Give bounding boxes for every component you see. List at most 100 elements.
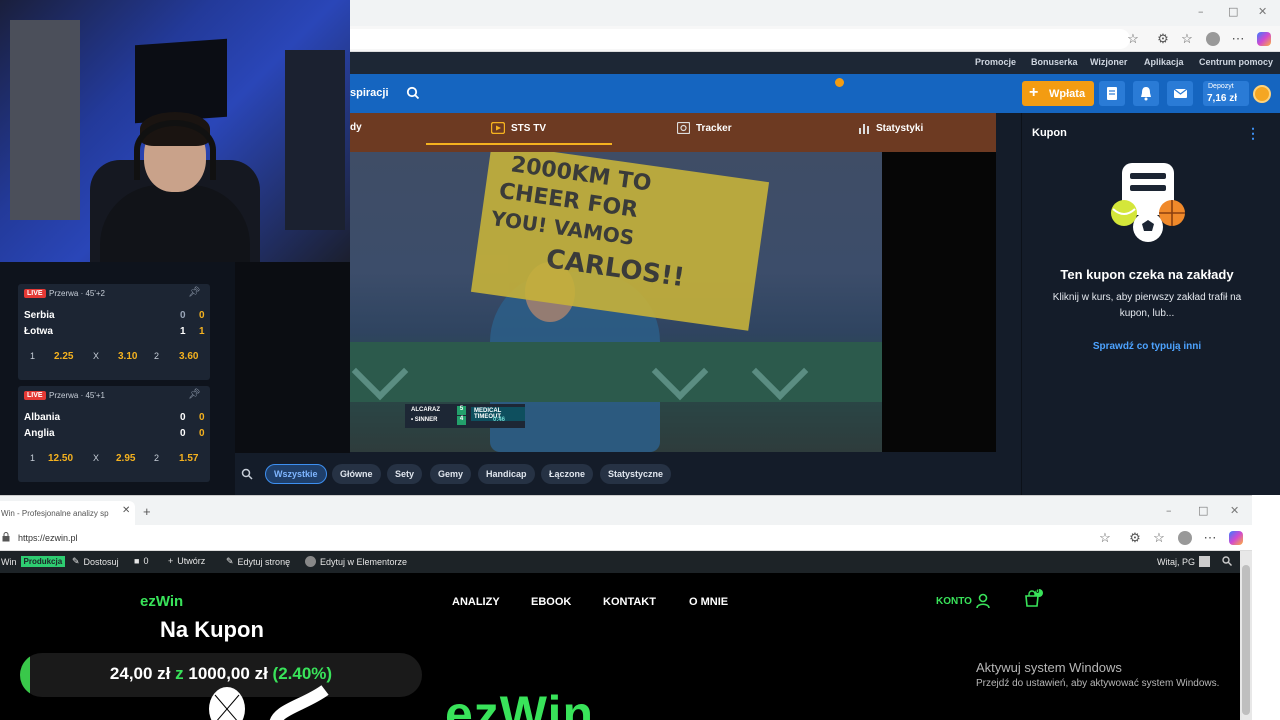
stream-letterbox [235, 262, 350, 453]
search-icon[interactable] [241, 468, 253, 480]
chip-laczone[interactable]: Łączone [541, 464, 594, 484]
match-card[interactable]: LIVE Przerwa · 45'+1 📌︎ Albania 0 0 Angl… [18, 386, 210, 482]
profile-icon[interactable] [1177, 530, 1193, 546]
pencil-icon: ✎ [226, 556, 234, 566]
chip-gemy[interactable]: Gemy [430, 464, 472, 484]
extensions-icon[interactable]: ⚙ [1127, 530, 1143, 546]
favorites-icon[interactable]: ☆ [1151, 530, 1167, 546]
live-badge: LIVE [24, 289, 46, 298]
messages-button[interactable] [1167, 81, 1193, 106]
new-tab-icon[interactable]: + [143, 504, 151, 519]
odd-label: 2 [154, 453, 160, 463]
chip-glowne[interactable]: Główne [332, 464, 381, 484]
page-title: Na Kupon [160, 617, 264, 642]
tab-sts-tv[interactable]: STS TV [491, 122, 546, 134]
link-aplikacja[interactable]: Aplikacja [1144, 57, 1184, 67]
search-icon[interactable] [406, 86, 420, 100]
chip-wszystkie[interactable]: Wszystkie [265, 464, 327, 484]
menu-o-mnie[interactable]: O MNIE [689, 596, 728, 608]
menu-analizy[interactable]: ANALIZY [452, 596, 500, 608]
notification-badge [835, 78, 844, 87]
check-others-link[interactable]: Sprawdź co typują inni [1022, 341, 1272, 352]
scrollbar-thumb[interactable] [1242, 565, 1250, 715]
close-icon[interactable]: ✕ [1258, 5, 1267, 18]
search-icon[interactable] [1222, 556, 1232, 566]
odd-button[interactable]: 2.25 [54, 351, 73, 362]
restore-icon[interactable]: □ [1198, 504, 1208, 517]
browser-tab[interactable]: Win - Profesjonalne analizy sp [0, 501, 135, 526]
score: 0 [180, 310, 186, 321]
pin-icon[interactable]: 📌︎ [188, 287, 201, 298]
link-centrum-pomocy[interactable]: Centrum pomocy [1199, 57, 1273, 67]
betslip-panel: Kupon ⋮ Ten kupon czeka na zakłady Klikn… [1021, 113, 1280, 495]
link-wizjoner[interactable]: Wizjoner [1090, 57, 1127, 67]
match-status: Przerwa · 45'+2 [49, 289, 105, 298]
cart-icon[interactable] [1024, 589, 1044, 609]
nav-item-inspiracje[interactable]: spiracji [350, 87, 389, 99]
odds-row: 1 12.50 X 2.95 2 1.57 [24, 450, 204, 468]
admin-customize[interactable]: ✎ Dostosuj [72, 556, 119, 567]
menu-kontakt[interactable]: KONTAKT [603, 596, 656, 608]
match-status: Przerwa · 45'+1 [49, 391, 105, 400]
chip-statystyczne[interactable]: Statystyczne [600, 464, 672, 484]
tab-close-icon[interactable]: ✕ [122, 505, 130, 516]
odd-label: 2 [154, 351, 160, 361]
match-card[interactable]: LIVE Przerwa · 45'+2 📌︎ Serbia 0 0 Łotwa… [18, 284, 210, 380]
account-link[interactable]: KONTO [936, 596, 972, 607]
tab-tracker[interactable]: Tracker [677, 122, 732, 134]
cam-background-window [10, 20, 80, 220]
tab-statystyki[interactable]: Statystyki [858, 122, 923, 134]
page-scrollbar[interactable] [1240, 551, 1252, 720]
admin-edit-page[interactable]: ✎ Edytuj stronę [226, 556, 290, 567]
deposit-balance[interactable]: Depozyt 7,16 zł [1203, 81, 1249, 106]
odd-button[interactable]: 3.60 [179, 351, 198, 362]
deposit-button[interactable]: + Wpłata [1022, 81, 1094, 106]
star-icon[interactable]: ☆ [1097, 530, 1113, 546]
ezwin-site: ezWin ANALIZY EBOOK KONTAKT O MNIE KONTO… [0, 573, 1240, 720]
more-icon[interactable]: ⋯ [1230, 31, 1246, 47]
score-live: 0 [199, 428, 205, 439]
admin-create[interactable]: + Utwórz [168, 556, 205, 566]
admin-comments[interactable]: ■ 0 [134, 556, 148, 566]
chip-sety[interactable]: Sety [387, 464, 423, 484]
kebab-menu-icon[interactable]: ⋮ [1246, 125, 1260, 142]
extensions-icon[interactable]: ⚙ [1155, 31, 1171, 47]
restore-icon[interactable]: □ [1228, 5, 1238, 18]
bell-icon [1141, 87, 1151, 101]
plus-icon: + [168, 556, 174, 566]
notifications-button[interactable] [1133, 81, 1159, 106]
admin-edit-elementor[interactable]: Edytuj w Elementorze [305, 556, 407, 567]
live-video-stream[interactable]: 2000KM TO CHEER FOR YOU! VAMOS CARLOS!! … [350, 152, 882, 452]
url-field[interactable]: https://ezwin.pl [18, 533, 78, 543]
favorites-icon[interactable]: ☆ [1179, 31, 1195, 47]
profile-icon[interactable] [1205, 31, 1221, 47]
odd-button[interactable]: 3.10 [118, 351, 137, 362]
close-icon[interactable]: ✕ [1230, 504, 1239, 517]
minimize-icon[interactable]: – [1166, 504, 1172, 517]
admin-greeting[interactable]: Witaj, PG [1157, 556, 1211, 567]
tab-partial[interactable]: dy [350, 122, 362, 133]
more-icon[interactable]: ⋯ [1202, 530, 1218, 546]
pin-icon[interactable]: 📌︎ [188, 389, 201, 400]
star-icon[interactable]: ☆ [1125, 31, 1141, 47]
score-live: 0 [199, 412, 205, 423]
tennis-racket-icon [209, 685, 329, 720]
bet-history-button[interactable] [1099, 81, 1125, 106]
admin-site-name[interactable]: Win Produkcja [1, 556, 66, 567]
site-logo[interactable]: ezWin [140, 593, 183, 610]
link-bonuserka[interactable]: Bonuserka [1031, 57, 1078, 67]
live-badge: LIVE [24, 391, 46, 400]
minimize-icon[interactable]: – [1198, 5, 1204, 18]
odds-row: 1 2.25 X 3.10 2 3.60 [24, 348, 204, 366]
user-icon[interactable] [976, 593, 990, 609]
odd-button[interactable]: 2.95 [116, 453, 135, 464]
copilot-icon[interactable] [1256, 31, 1272, 47]
odd-button[interactable]: 1.57 [179, 453, 198, 464]
url-field[interactable] [350, 29, 1130, 49]
chip-handicap[interactable]: Handicap [478, 464, 535, 484]
avatar[interactable] [1253, 85, 1271, 103]
copilot-icon[interactable] [1228, 530, 1244, 546]
odd-button[interactable]: 12.50 [48, 453, 73, 464]
menu-ebook[interactable]: EBOOK [531, 596, 571, 608]
link-promocje[interactable]: Promocje [975, 57, 1016, 67]
